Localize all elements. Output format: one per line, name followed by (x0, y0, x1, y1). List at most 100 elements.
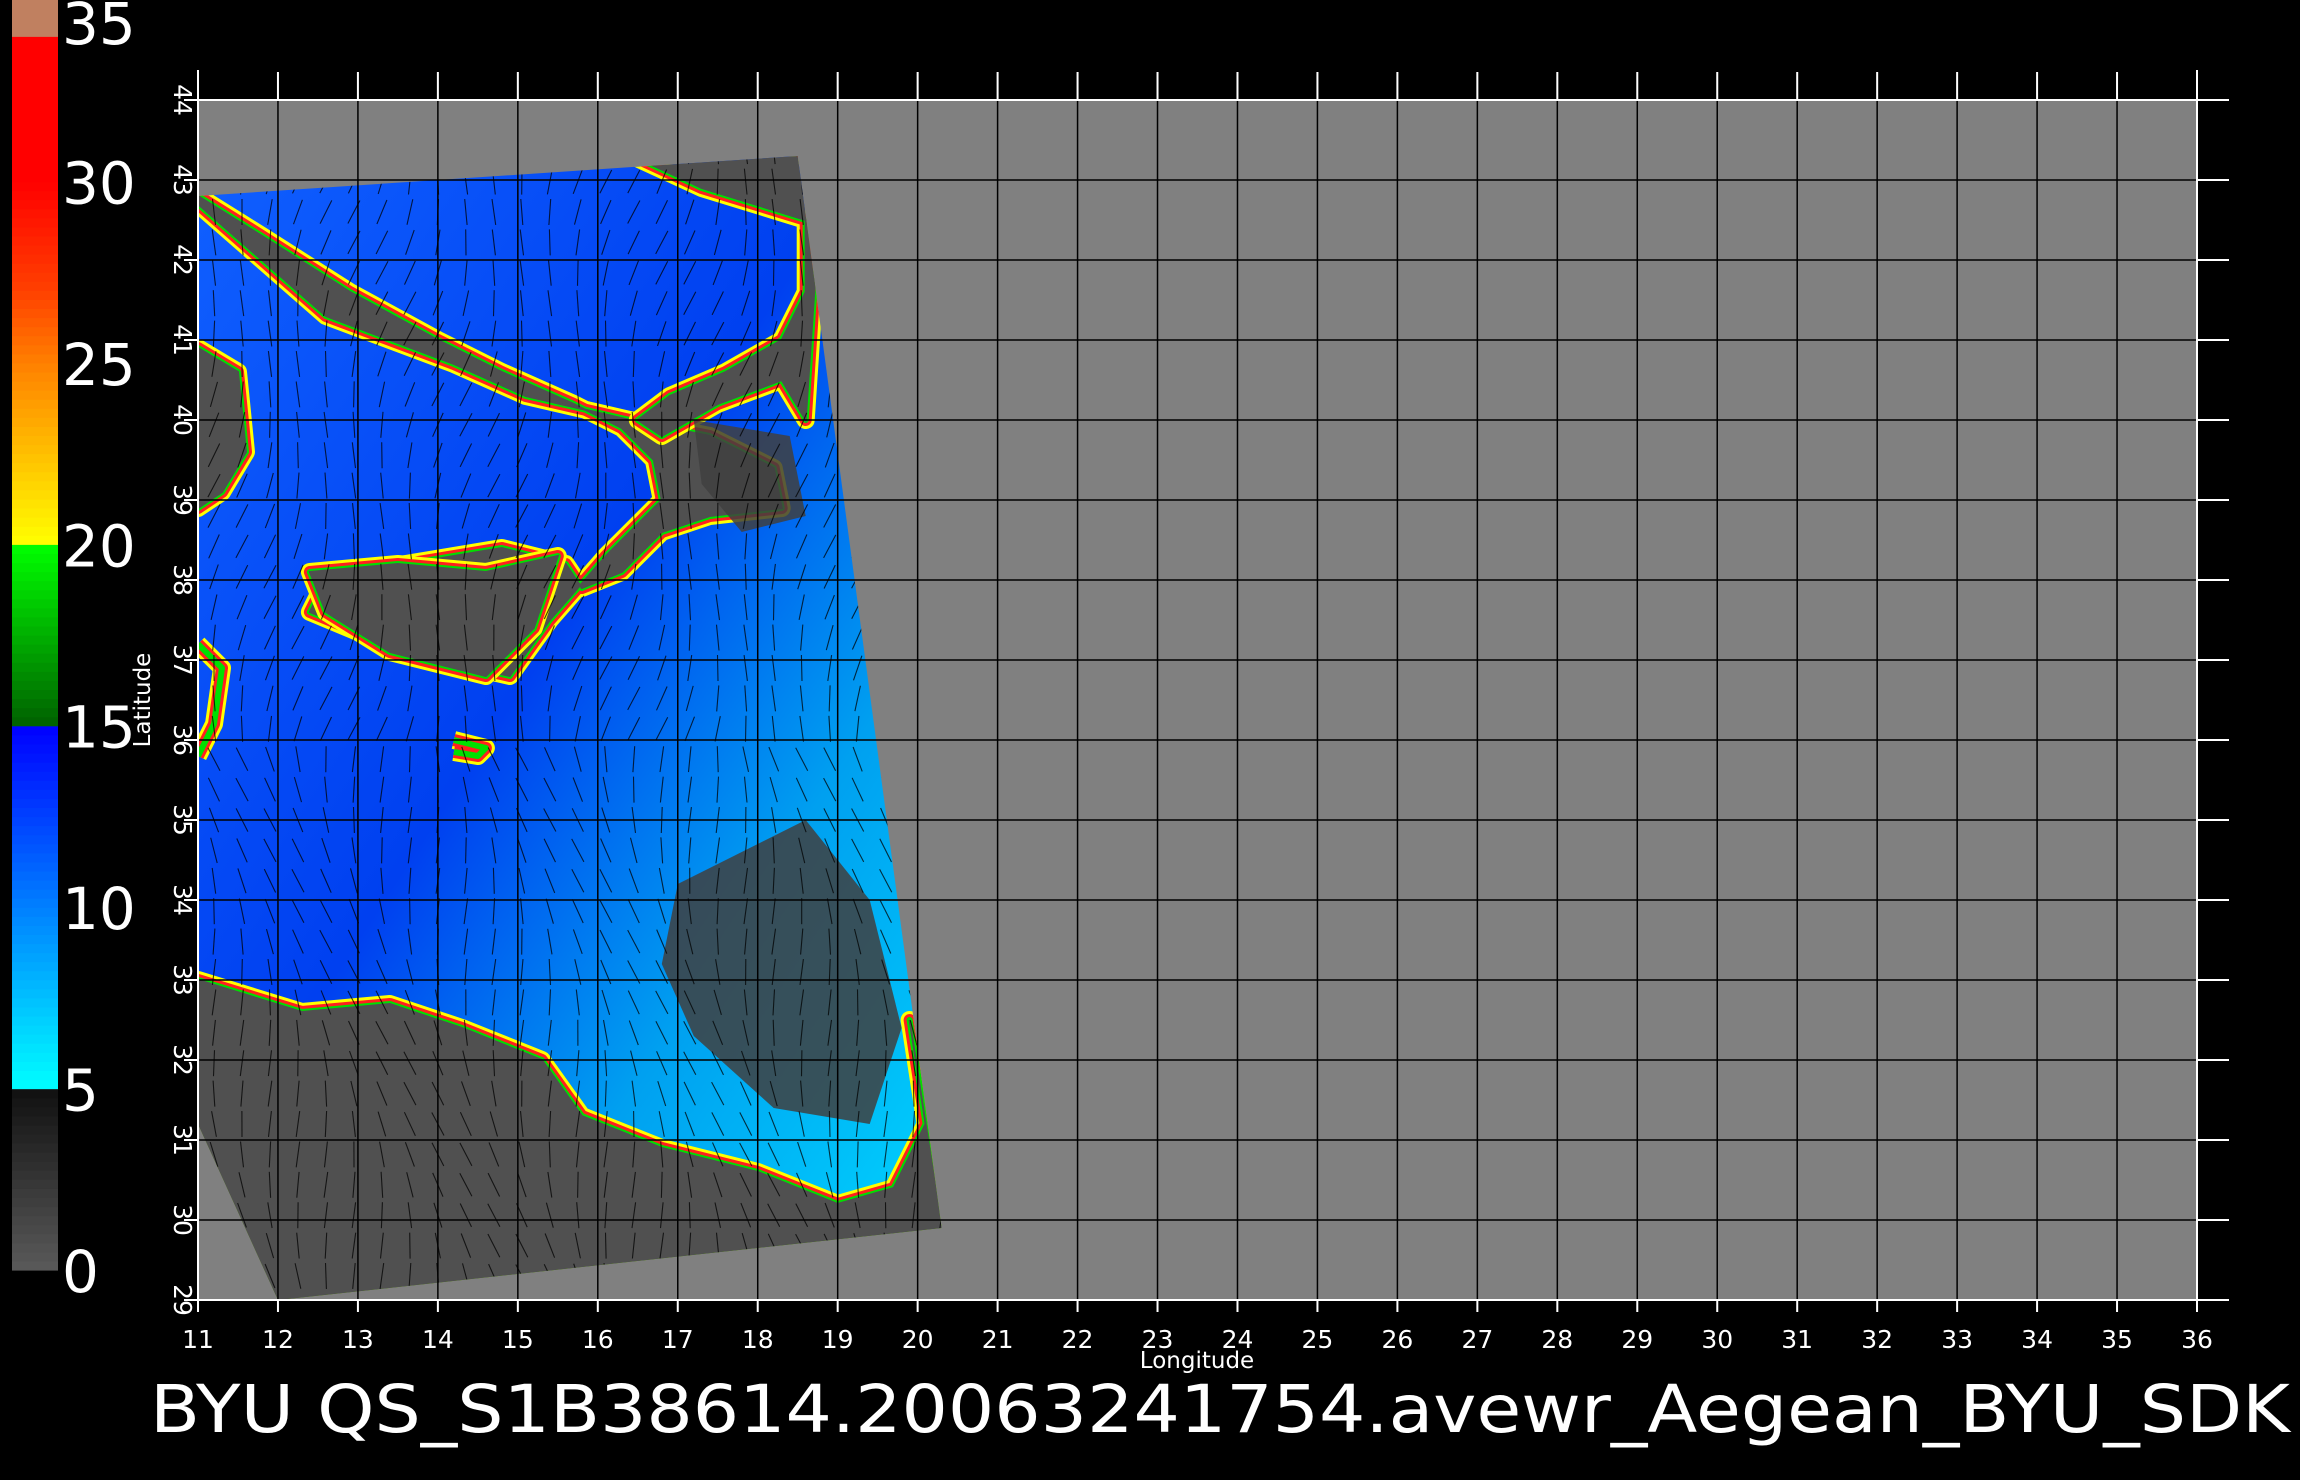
wind-vector (716, 654, 719, 682)
colorbar-segment (12, 807, 58, 818)
colorbar-segment (12, 136, 58, 146)
wind-vector (744, 715, 747, 742)
colorbar-segment (12, 816, 58, 827)
colorbar-segment (12, 1143, 58, 1153)
x-tick-label: 22 (1062, 1325, 1094, 1354)
colorbar-segment (12, 653, 58, 663)
wind-map: 11 12 13 14 15 16 17 18 19 20 21 22 23 24 25 26 27 28 29 30… (12, 0, 2292, 1448)
y-tick-label: 41 (168, 324, 197, 356)
y-tick-label: 33 (168, 964, 197, 996)
colorbar-segment (12, 1124, 58, 1135)
colorbar-segment (12, 426, 58, 437)
colorbar-segment (12, 680, 58, 691)
colorbar-segment (12, 789, 58, 799)
x-tick-label: 13 (342, 1325, 374, 1354)
x-tick-label: 15 (502, 1325, 534, 1354)
colorbar-labels: 0 5 10 15 20 25 30 35 (62, 0, 136, 1306)
colorbar-segment (12, 127, 58, 137)
colorbar-label: 30 (62, 149, 136, 217)
y-tick-label: 44 (168, 84, 197, 116)
colorbar-segment (12, 1097, 58, 1108)
colorbar-segment (12, 117, 58, 128)
colorbar-segment (12, 181, 58, 192)
colorbar-segment (12, 172, 58, 183)
y-tick-label: 32 (168, 1044, 197, 1076)
colorbar-segment (12, 489, 58, 500)
colorbar-segment (12, 879, 58, 890)
colorbar-segment (12, 308, 58, 319)
colorbar-segment (12, 843, 58, 854)
colorbar-segment (12, 272, 58, 282)
colorbar-segment (12, 471, 58, 482)
x-tick-label: 28 (1541, 1325, 1573, 1354)
x-tick-label: 30 (1701, 1325, 1733, 1354)
colorbar-segment (12, 317, 58, 328)
colorbar-segment (12, 1161, 58, 1171)
colorbar-segment (12, 154, 58, 164)
x-tick-label: 33 (1941, 1325, 1973, 1354)
y-tick-label: 30 (168, 1204, 197, 1236)
colorbar-segment (12, 190, 58, 201)
x-tick-label: 34 (2021, 1325, 2053, 1354)
wind-vector (828, 1110, 831, 1138)
colorbar-segment (12, 0, 58, 10)
colorbar-segment (12, 344, 58, 355)
colorbar-segment (12, 934, 58, 945)
colorbar-segment (12, 1052, 58, 1062)
colorbar-segment (12, 199, 58, 210)
colorbar-segment (12, 1106, 58, 1117)
colorbar-segment (12, 480, 58, 491)
colorbar-segment (12, 752, 58, 763)
colorbar-segment (12, 526, 58, 536)
wind-vector (297, 442, 299, 469)
colorbar-segment (12, 997, 58, 1008)
colorbar-segment (12, 1025, 58, 1035)
colorbar-segment (12, 81, 58, 92)
colorbar-segment (12, 916, 58, 926)
x-tick-label: 11 (182, 1325, 214, 1354)
colorbar-segment (12, 99, 58, 110)
x-tick-label: 35 (2101, 1325, 2133, 1354)
colorbar-segment (12, 580, 58, 591)
y-tick-label: 40 (168, 404, 197, 436)
colorbar-segment (12, 1242, 58, 1253)
colorbar-label: 25 (62, 331, 136, 399)
y-tick-label: 42 (168, 244, 197, 276)
y-tick-label: 37 (168, 644, 197, 676)
colorbar-segment (12, 208, 58, 219)
colorbar-segment (12, 27, 58, 37)
colorbar-segment (12, 1152, 58, 1162)
colorbar-segment (12, 925, 58, 935)
colorbar-segment (12, 1016, 58, 1026)
colorbar-segment (12, 63, 58, 74)
colorbar-segment (12, 671, 58, 681)
colorbar-segment (12, 281, 58, 291)
colorbar-segment (12, 390, 58, 400)
colorbar-segment (12, 45, 58, 56)
colorbar-segment (12, 961, 58, 972)
colorbar-segment (12, 662, 58, 672)
colorbar-segment (12, 589, 58, 600)
colorbar-segment (12, 698, 58, 709)
colorbar-label: 35 (62, 0, 136, 58)
colorbar-segment (12, 381, 58, 391)
colorbar-segment (12, 616, 58, 627)
y-tick-label: 29 (168, 1284, 197, 1316)
colorbar-segment (12, 453, 58, 464)
y-tick-label: 35 (168, 804, 197, 836)
colorbar-segment (12, 145, 58, 155)
colorbar-segment (12, 725, 58, 736)
colorbar-label: 15 (62, 694, 136, 762)
colorbar-segment (12, 217, 58, 228)
colorbar-segment (12, 562, 58, 573)
colorbar-segment (12, 1115, 58, 1126)
x-tick-label: 31 (1781, 1325, 1813, 1354)
colorbar-segment (12, 254, 58, 264)
wind-vector (577, 1171, 579, 1198)
wind-vector (381, 837, 383, 864)
colorbar-segment (12, 244, 58, 255)
x-tick-label: 21 (982, 1325, 1014, 1354)
colorbar-segment (12, 90, 58, 101)
x-tick-label: 36 (2181, 1325, 2213, 1354)
colorbar-segment (12, 1224, 58, 1235)
